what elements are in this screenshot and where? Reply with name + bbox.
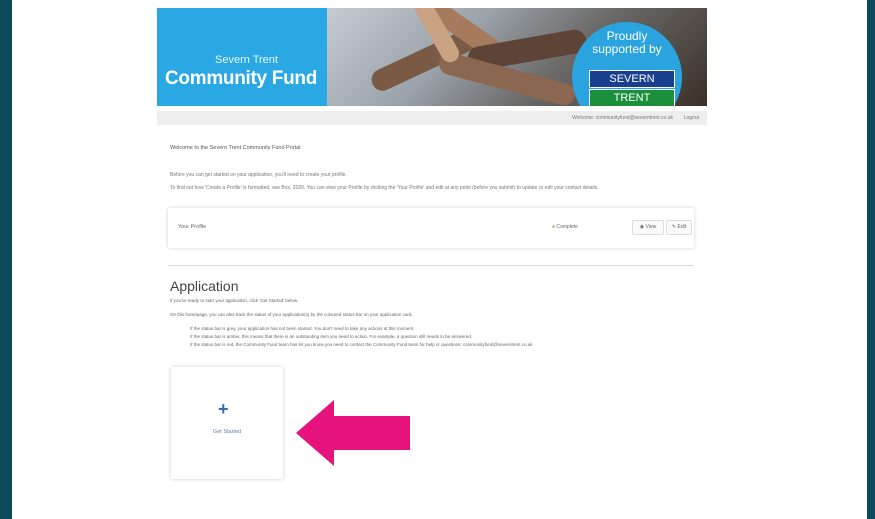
view-profile-button[interactable]: ◉ View: [632, 220, 664, 235]
status-bullet-amber: If the status bar is amber, this means t…: [190, 334, 473, 339]
profile-status-text: Complete: [556, 224, 578, 230]
edit-profile-button[interactable]: ✎ Edit: [666, 220, 692, 235]
user-bar: Welcome: communityfund@severntrent.co.uk…: [157, 111, 707, 125]
profile-card: Your Profile ● Complete ◉ View ✎ Edit: [168, 208, 694, 248]
application-text-2: On this homepage, you can also track the…: [170, 312, 413, 317]
pencil-icon: ✎: [671, 224, 677, 230]
header-banner: Severn Trent Community Fund Proudly supp…: [157, 8, 707, 106]
severn-logo-block: SEVERN: [589, 70, 675, 88]
profile-label: Your Profile: [178, 224, 207, 230]
new-application-card[interactable]: + Get Started: [171, 367, 283, 479]
status-bullet-grey: If the status bar is grey, your applicat…: [190, 326, 415, 331]
application-heading: Application: [170, 278, 239, 294]
new-application-label: Get Started: [212, 429, 242, 435]
pointer-arrow-shape: [296, 400, 410, 466]
check-icon: ●: [552, 224, 556, 230]
view-button-label: View: [645, 224, 657, 230]
plus-icon: +: [218, 399, 229, 419]
trent-logo-block: TRENT: [589, 89, 675, 106]
profile-status: ● Complete: [552, 224, 578, 230]
intro-text-2: To find out how 'Create a Profile' is fo…: [170, 185, 599, 191]
banner-title: Community Fund: [165, 68, 318, 89]
welcome-heading: Welcome to the Severn Trent Community Fu…: [170, 145, 301, 151]
banner-subtitle: Severn Trent: [215, 54, 278, 66]
intro-text-1: Before you can get started on your appli…: [170, 172, 347, 178]
status-bullet-red: If the status bar is red, the Community …: [190, 342, 533, 347]
supported-by-text: Proudly supported by: [592, 29, 662, 56]
application-text-1: If you've ready to start your applicatio…: [170, 298, 299, 303]
eye-icon: ◉: [639, 224, 645, 230]
pointer-arrow-icon: [296, 400, 410, 466]
logout-link[interactable]: Logout: [684, 115, 699, 121]
edit-button-label: Edit: [677, 224, 687, 230]
section-divider: [168, 265, 694, 266]
page: Severn Trent Community Fund Proudly supp…: [12, 0, 867, 519]
user-email: Welcome: communityfund@severntrent.co.uk: [572, 115, 673, 121]
